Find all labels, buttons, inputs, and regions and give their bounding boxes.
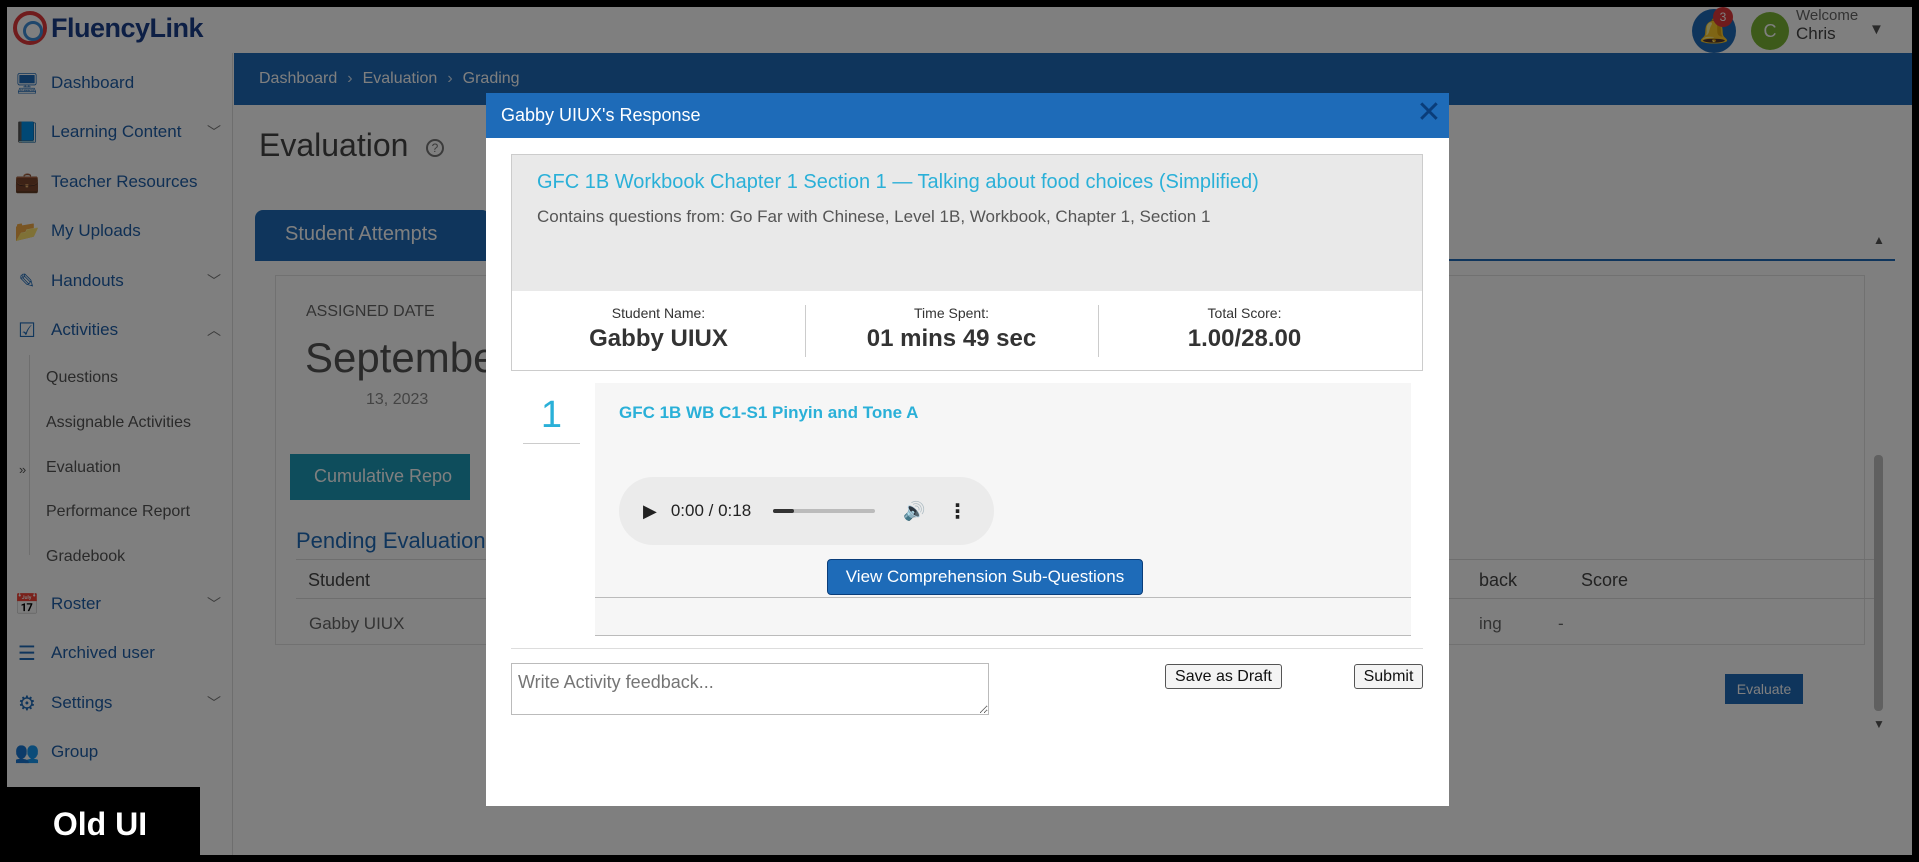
activity-summary: GFC 1B Workbook Chapter 1 Section 1 — Ta…	[511, 154, 1423, 371]
more-options-icon[interactable]: ⋮	[948, 499, 968, 524]
audio-progress-fill	[773, 509, 794, 513]
activity-feedback-input[interactable]	[511, 663, 989, 715]
stat-total-score: Total Score: 1.00/28.00	[1098, 305, 1391, 353]
close-icon[interactable]: ✕	[1415, 98, 1443, 128]
stat-time-spent: Time Spent: 01 mins 49 sec	[805, 305, 1098, 353]
divider	[595, 597, 1411, 598]
volume-icon[interactable]: 🔊	[903, 501, 925, 522]
divider	[511, 648, 1423, 649]
stat-label: Student Name:	[611, 305, 706, 321]
audio-time: 0:00 / 0:18	[670, 501, 752, 520]
audio-seek-bar[interactable]	[773, 509, 876, 513]
question-title: GFC 1B WB C1-S1 Pinyin and Tone A	[619, 403, 919, 422]
activity-source: Contains questions from: Go Far with Chi…	[537, 207, 1211, 226]
stat-value: 1.00/28.00	[1187, 325, 1302, 352]
stat-value: Gabby UIUX	[589, 325, 728, 352]
response-modal: Gabby UIUX's Response ✕ GFC 1B Workbook …	[486, 93, 1449, 806]
stat-student-name: Student Name: Gabby UIUX	[512, 305, 805, 353]
save-as-draft-button[interactable]: Save as Draft	[1165, 664, 1282, 689]
audio-player: ▶ 0:00 / 0:18 🔊 ⋮	[619, 477, 994, 545]
stat-label: Total Score:	[1207, 305, 1282, 321]
play-icon[interactable]: ▶	[643, 501, 657, 522]
submit-button[interactable]: Submit	[1354, 664, 1423, 689]
activity-header: GFC 1B Workbook Chapter 1 Section 1 — Ta…	[512, 155, 1422, 291]
app-frame: FluencyLink 🔔 3 C Welcome Chris ▼ 🖥 Dash…	[7, 7, 1912, 855]
old-ui-badge: Old UI	[0, 787, 200, 862]
stat-value: 01 mins 49 sec	[866, 325, 1037, 352]
modal-header: Gabby UIUX's Response ✕	[486, 93, 1449, 138]
question-panel: GFC 1B WB C1-S1 Pinyin and Tone A ▶ 0:00…	[595, 383, 1411, 636]
divider	[595, 635, 1411, 636]
question-number: 1	[523, 387, 580, 444]
activity-title: GFC 1B Workbook Chapter 1 Section 1 — Ta…	[537, 171, 1259, 193]
stat-label: Time Spent:	[914, 305, 989, 321]
view-sub-questions-button[interactable]: View Comprehension Sub-Questions	[827, 559, 1143, 595]
modal-title: Gabby UIUX's Response	[501, 105, 701, 125]
